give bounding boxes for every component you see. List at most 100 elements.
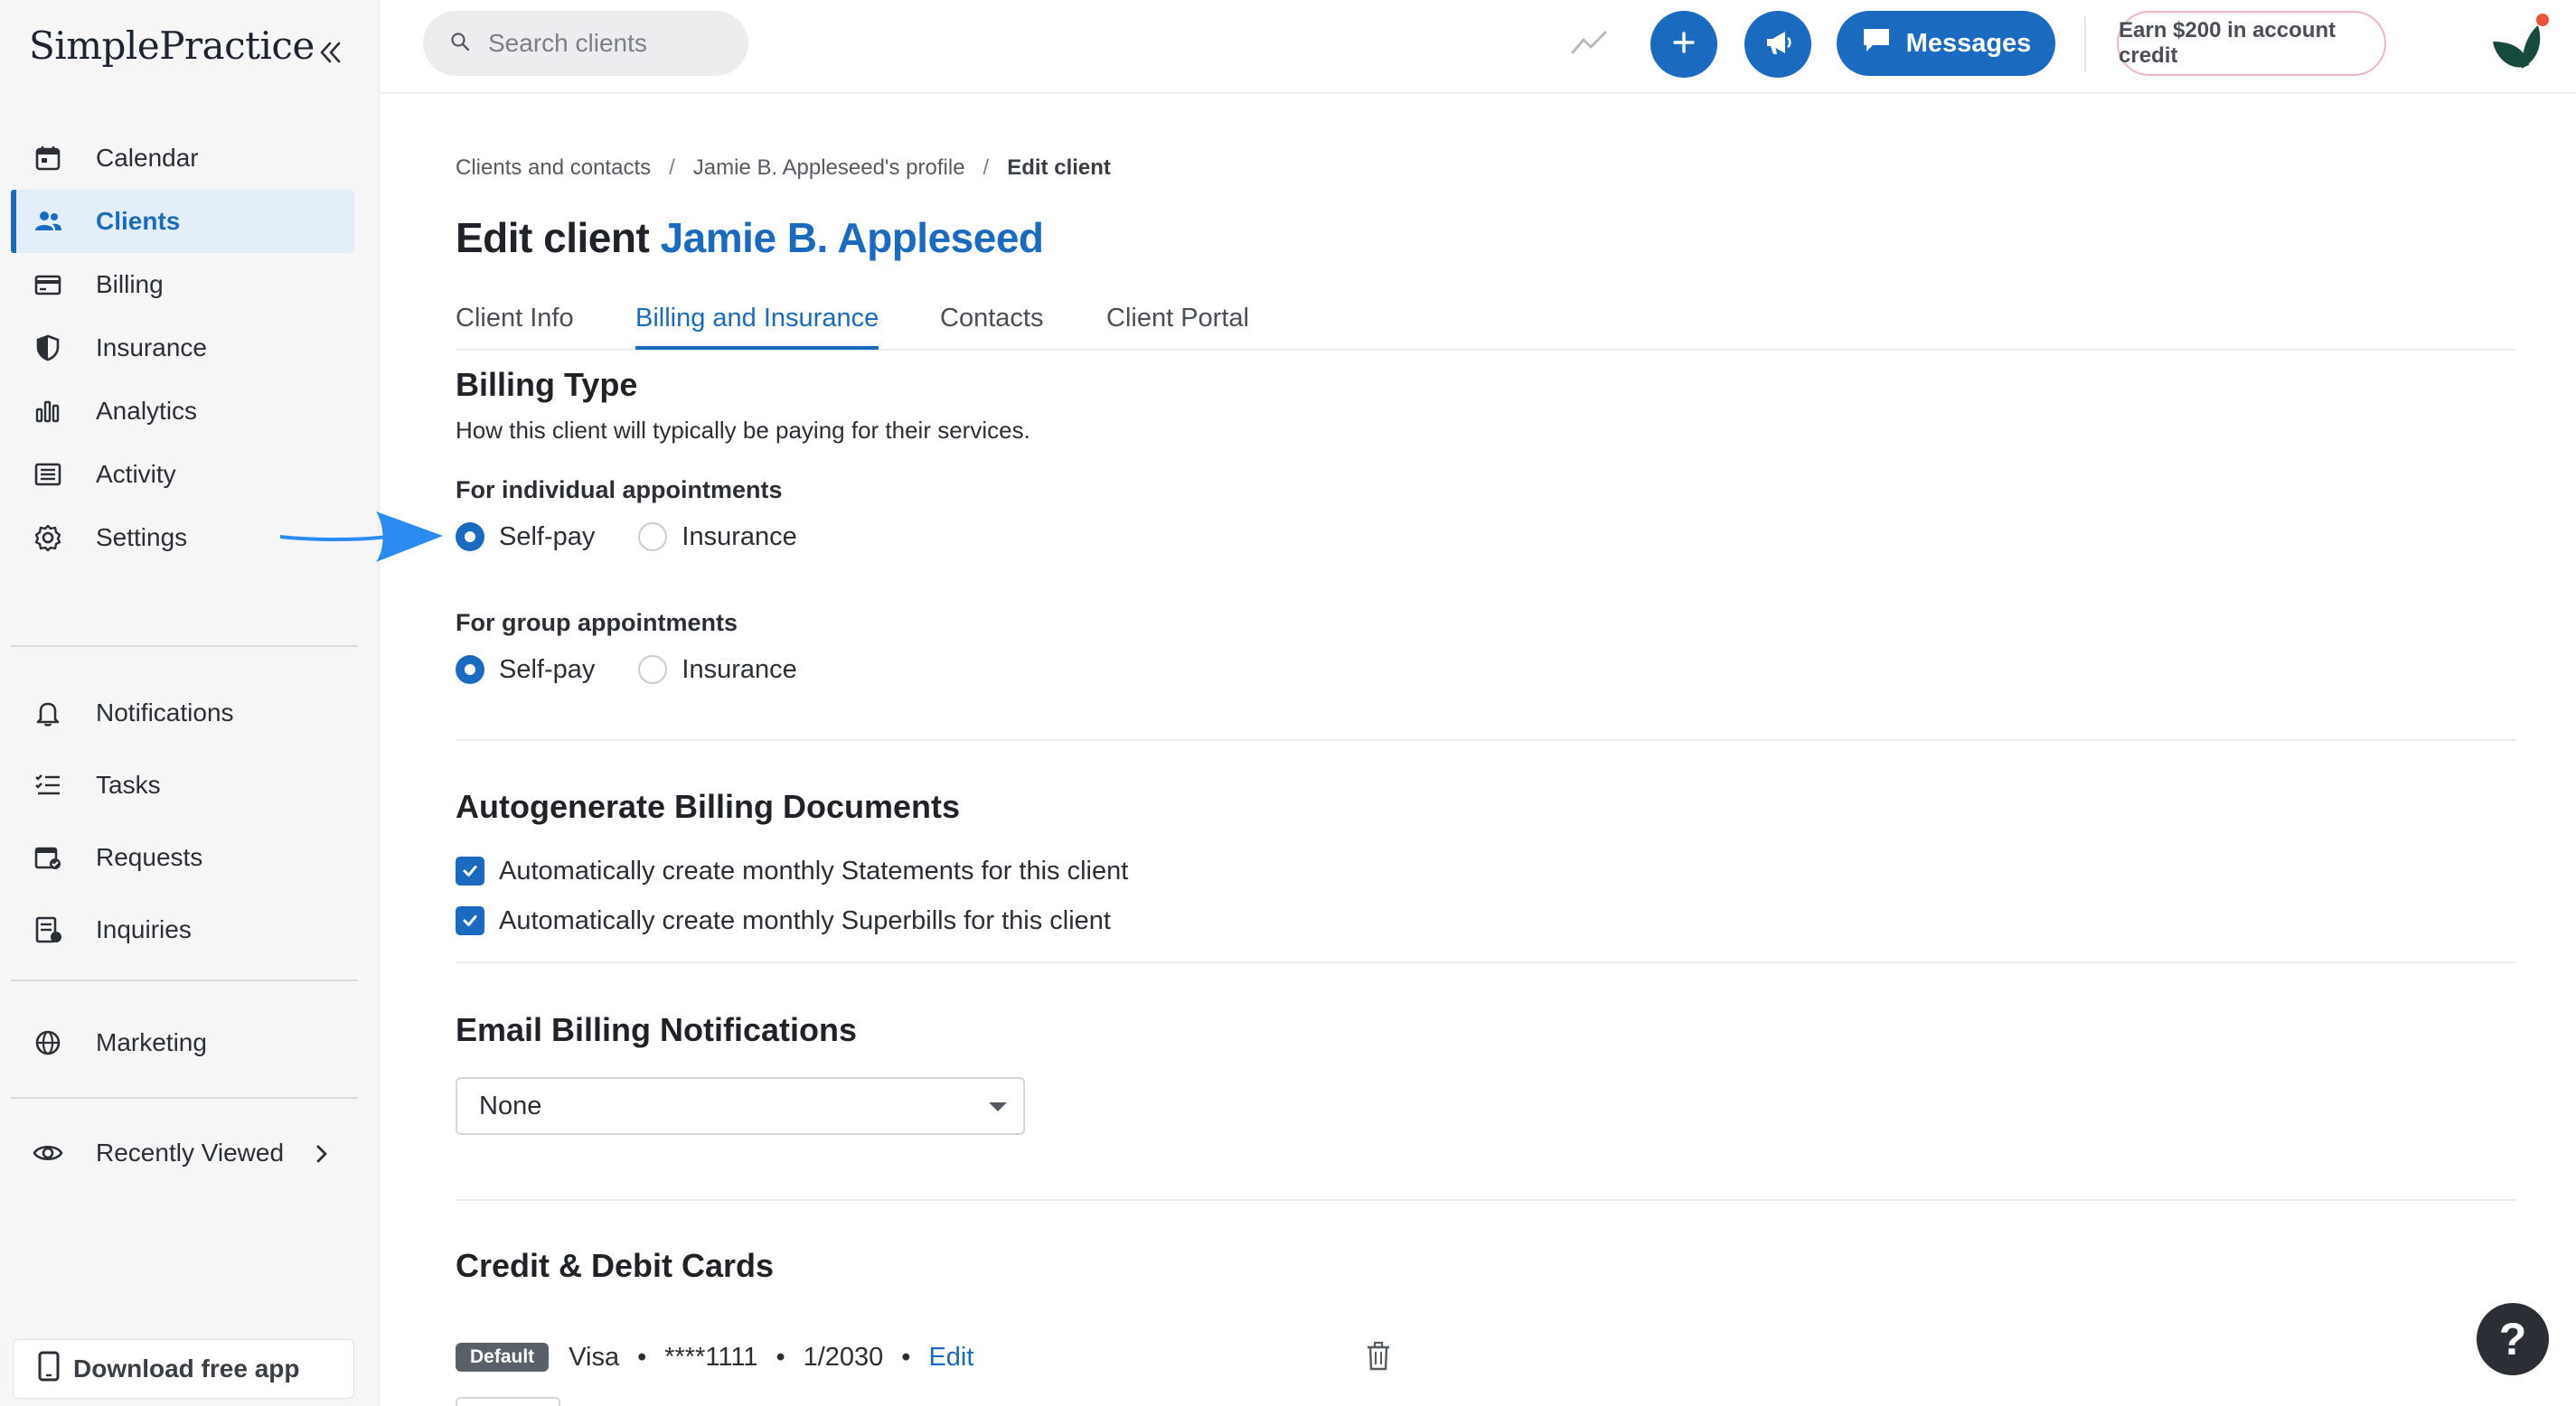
statements-checkbox-label[interactable]: Automatically create monthly Statements … (499, 857, 1128, 886)
breadcrumb: Clients and contacts / Jamie B. Appleseed'… (456, 155, 1111, 181)
individual-insurance-radio[interactable] (638, 522, 668, 551)
superbills-checkbox[interactable] (456, 906, 484, 935)
collapse-sidebar-icon[interactable] (312, 34, 348, 70)
calendar-icon (33, 143, 63, 173)
bell-icon (33, 698, 63, 728)
sidebar-item-label: Billing (96, 270, 164, 298)
trash-icon[interactable] (1365, 1341, 1392, 1376)
sidebar-item-label: Analytics (96, 397, 198, 425)
gear-icon (33, 522, 63, 553)
individual-billing-radio-group: Self-pay Insurance (456, 519, 841, 555)
edit-card-link[interactable]: Edit (928, 1343, 973, 1373)
tab-contacts[interactable]: Contacts (940, 304, 1043, 346)
sidebar-item-requests[interactable]: Requests (11, 821, 354, 894)
section-divider (456, 739, 2516, 741)
tab-billing-and-insurance[interactable]: Billing and Insurance (635, 304, 879, 350)
sidebar-item-tasks[interactable]: Tasks (11, 749, 354, 821)
sidebar-item-marketing[interactable]: Marketing (11, 1011, 354, 1074)
help-button[interactable]: ? (2477, 1303, 2549, 1375)
autogenerate-heading: Autogenerate Billing Documents (456, 788, 961, 825)
dot-separator: • (901, 1342, 911, 1372)
caret-down-icon (989, 1102, 1007, 1111)
check-icon (463, 915, 477, 926)
section-divider (456, 961, 2516, 963)
sidebar-divider (11, 980, 358, 981)
breadcrumb-profile-link[interactable]: Jamie B. Appleseed's profile (693, 155, 965, 180)
billing-type-heading: Billing Type (456, 366, 638, 403)
globe-icon (33, 1027, 63, 1058)
annotation-arrow (278, 506, 450, 574)
sidebar-item-insurance[interactable]: Insurance (11, 316, 354, 380)
chevron-right-icon (311, 1142, 333, 1171)
card-number: ****1111 (664, 1342, 758, 1372)
sidebar-item-clients[interactable]: Clients (11, 190, 354, 253)
superbills-checkbox-label[interactable]: Automatically create monthly Superbills … (499, 906, 1111, 936)
recent-nav: Recently Viewed (11, 1121, 354, 1185)
tab-client-portal[interactable]: Client Portal (1106, 304, 1249, 346)
email-notifications-select[interactable]: None (456, 1077, 1025, 1135)
announcements-button[interactable] (1744, 11, 1811, 78)
sidebar-item-label: Settings (96, 523, 188, 551)
earn-credit-button[interactable]: Earn $200 in account credit (2117, 11, 2386, 76)
search-input[interactable]: Search clients (423, 11, 748, 76)
sidebar-item-recently-viewed[interactable]: Recently Viewed (11, 1121, 354, 1185)
requests-icon (33, 842, 63, 873)
email-notifications-heading: Email Billing Notifications (456, 1011, 858, 1048)
breadcrumb-clients-link[interactable]: Clients and contacts (456, 155, 651, 180)
download-app-button[interactable]: Download free app (13, 1339, 354, 1399)
download-app-label: Download free app (73, 1354, 300, 1383)
add-card-button[interactable] (456, 1397, 560, 1406)
page-title: Edit client Jamie B. Appleseed (456, 213, 1044, 262)
client-name-link[interactable]: Jamie B. Appleseed (661, 214, 1044, 261)
sidebar-item-label: Notifications (96, 698, 234, 726)
clients-icon (33, 206, 63, 237)
dot-separator: • (637, 1342, 647, 1372)
dot-separator: • (776, 1342, 785, 1372)
sidebar-item-label: Tasks (96, 771, 161, 799)
sidebar-divider (11, 645, 358, 647)
megaphone-icon (1762, 26, 1794, 63)
sidebar-item-inquiries[interactable]: Inquiries (11, 894, 354, 966)
sidebar-item-label: Requests (96, 843, 203, 871)
marketing-nav: Marketing (11, 1011, 354, 1074)
sidebar-item-notifications[interactable]: Notifications (11, 677, 354, 749)
group-insurance-radio[interactable] (638, 655, 668, 684)
phone-icon (37, 1351, 61, 1388)
account-avatar[interactable] (2482, 9, 2554, 81)
leaf-logo-icon (2493, 14, 2549, 69)
sidebar-item-activity[interactable]: Activity (11, 443, 354, 506)
card-brand: Visa (569, 1342, 620, 1372)
individual-self-pay-radio[interactable] (456, 522, 484, 551)
top-bar: Search clients Messages Earn $200 in acc… (380, 0, 2576, 94)
group-self-pay-radio[interactable] (456, 655, 484, 684)
sidebar-item-label: Clients (96, 207, 181, 235)
radio-label[interactable]: Insurance (682, 655, 796, 685)
breadcrumb-separator: / (669, 155, 675, 180)
sidebar-item-calendar[interactable]: Calendar (11, 127, 354, 190)
trend-icon[interactable] (1569, 23, 1609, 64)
chat-bubble-icon (1861, 25, 1892, 61)
add-button[interactable] (1650, 11, 1717, 78)
radio-label[interactable]: Self-pay (499, 655, 595, 685)
select-value: None (479, 1091, 542, 1120)
sidebar-divider (11, 1097, 358, 1099)
plus-icon (1670, 29, 1697, 61)
tasks-icon (33, 770, 63, 801)
sidebar-item-billing[interactable]: Billing (11, 253, 354, 316)
app-logo[interactable]: SimplePractice (29, 23, 315, 68)
statements-checkbox[interactable] (456, 857, 484, 886)
shield-icon (33, 333, 63, 363)
default-badge: Default (456, 1343, 550, 1372)
individual-appointments-label: For individual appointments (456, 476, 783, 503)
bar-chart-icon (33, 396, 63, 426)
superbills-checkbox-row[interactable]: Automatically create monthly Superbills … (456, 903, 1111, 939)
sidebar-item-analytics[interactable]: Analytics (11, 380, 354, 443)
secondary-nav: Notifications Tasks Requests Inquiries (11, 677, 354, 966)
messages-button[interactable]: Messages (1837, 11, 2055, 76)
check-icon (463, 866, 477, 876)
messages-label: Messages (1905, 28, 2032, 58)
radio-label[interactable]: Self-pay (499, 522, 595, 552)
statements-checkbox-row[interactable]: Automatically create monthly Statements … (456, 853, 1128, 889)
radio-label[interactable]: Insurance (682, 522, 796, 552)
tab-client-info[interactable]: Client Info (456, 304, 574, 346)
